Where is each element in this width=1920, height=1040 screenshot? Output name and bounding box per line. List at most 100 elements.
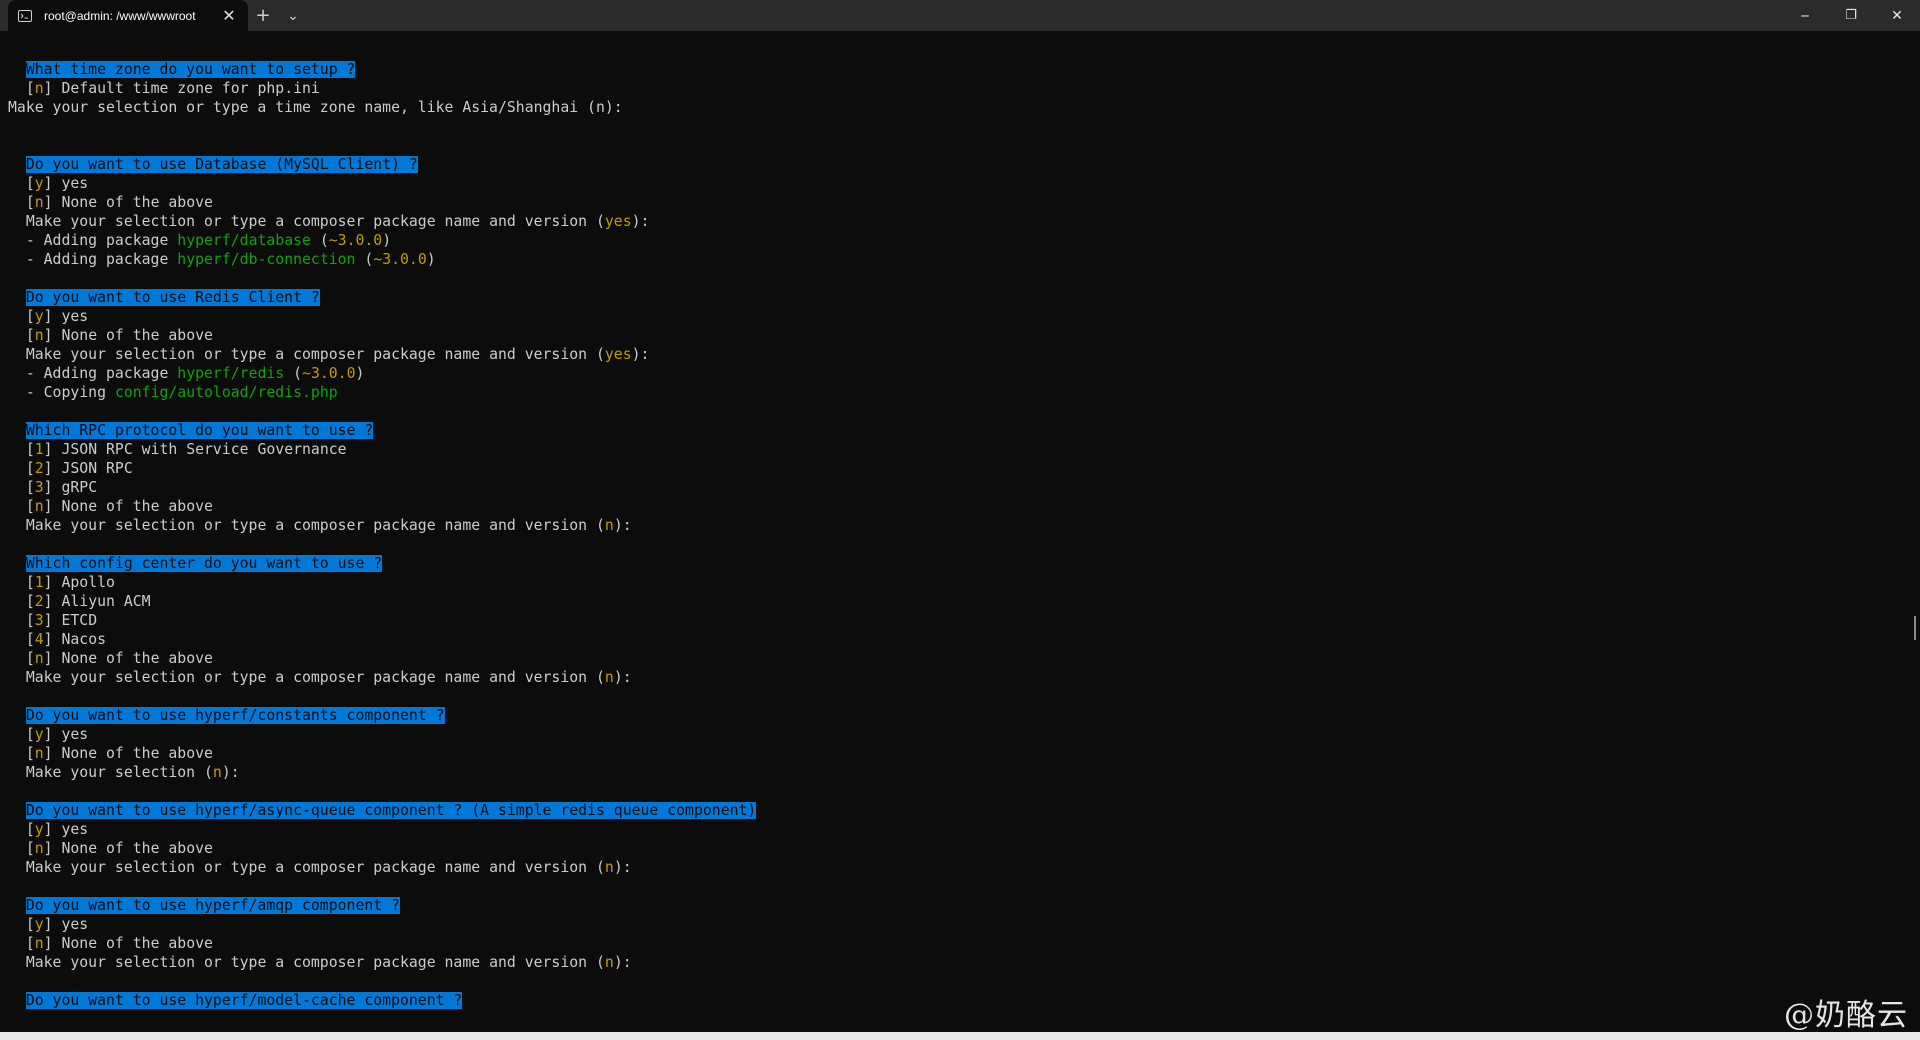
option-line: [y] yes — [8, 175, 89, 192]
question-line: Do you want to use hyperf/amqp component… — [8, 896, 400, 915]
prompt-text: Make your selection or type a composer p… — [25, 669, 588, 686]
option-key: 4 — [34, 631, 44, 648]
option-line: [n] None of the above — [8, 650, 213, 667]
option-text: yes — [61, 916, 89, 933]
option-key: 1 — [34, 441, 44, 458]
option-text: None of the above — [61, 745, 213, 762]
question-line: Do you want to use Redis Client ? — [8, 288, 320, 307]
option-line: [n] Default time zone for php.ini — [8, 80, 320, 97]
option-text: yes — [61, 175, 89, 192]
option-text: None of the above — [61, 650, 213, 667]
scrollbar-thumb[interactable] — [1914, 616, 1916, 640]
option-key: n — [34, 935, 44, 952]
prompt-line: Make your selection or type a composer p… — [25, 213, 650, 230]
prompt-text: Make your selection or type a composer p… — [25, 213, 588, 230]
option-line: [n] None of the above — [8, 327, 213, 344]
option-text: JSON RPC with Service Governance — [61, 441, 347, 458]
title-bar: root@admin: /www/wwwroot ✕ + ⌄ ─ ❐ ✕ — [0, 0, 1920, 31]
question-line: Do you want to use hyperf/async-queue co… — [8, 801, 757, 820]
package-name: hyperf/database — [177, 232, 311, 249]
question-text: Do you want to use hyperf/amqp component… — [25, 897, 400, 914]
line-text: Make your selection or type a time zone … — [8, 99, 623, 116]
question-text: Which config center do you want to use ? — [25, 555, 383, 572]
new-tab-button[interactable]: + — [248, 0, 278, 31]
package-prefix: - Adding package — [25, 232, 169, 249]
watermark: @奶酪云 — [1784, 998, 1908, 1033]
question-line: Which config center do you want to use ? — [8, 554, 383, 573]
option-key: n — [34, 194, 44, 211]
title-bar-drag-area[interactable] — [308, 0, 1782, 31]
option-key: y — [34, 175, 44, 192]
minimize-button[interactable]: ─ — [1782, 0, 1828, 31]
close-window-button[interactable]: ✕ — [1874, 0, 1920, 31]
prompt-line: Make your selection (n): — [25, 764, 240, 781]
option-text: JSON RPC — [61, 460, 133, 477]
prompt-line: Make your selection or type a composer p… — [25, 669, 632, 686]
option-key: 1 — [34, 574, 44, 591]
option-text: yes — [61, 308, 89, 325]
option-line: [n] None of the above — [8, 840, 213, 857]
option-key: y — [34, 308, 44, 325]
package-line: - Adding package hyperf/db-connection (~… — [25, 251, 436, 268]
package-version: ~3.0.0 — [373, 251, 427, 268]
option-line: [4] Nacos — [8, 631, 107, 648]
prompt-line: Make your selection or type a composer p… — [25, 859, 632, 876]
prompt-default: n — [604, 859, 614, 876]
prompt-line: Make your selection or type a composer p… — [25, 346, 650, 363]
option-text: Apollo — [61, 574, 115, 591]
tab-title: root@admin: /www/wwwroot — [44, 8, 196, 23]
prompt-default: n — [212, 764, 222, 781]
close-tab-icon[interactable]: ✕ — [220, 6, 238, 26]
tab-dropdown-icon[interactable]: ⌄ — [278, 0, 308, 31]
option-text: yes — [61, 821, 89, 838]
option-line: [y] yes — [8, 726, 89, 743]
package-version: ~3.0.0 — [302, 365, 356, 382]
option-text: Aliyun ACM — [61, 593, 151, 610]
option-text: Default time zone for php.ini — [61, 80, 320, 97]
question-line: Do you want to use Database (MySQL Clien… — [8, 155, 418, 174]
package-line: - Adding package hyperf/redis (~3.0.0) — [25, 365, 365, 382]
option-text: Nacos — [61, 631, 107, 648]
option-key: n — [34, 498, 44, 515]
question-line: Do you want to use hyperf/model-cache co… — [8, 991, 463, 1010]
package-version: ~3.0.0 — [328, 232, 383, 249]
option-line: [n] None of the above — [8, 194, 213, 211]
option-line: [2] JSON RPC — [8, 460, 133, 477]
package-prefix: - Adding package — [25, 251, 169, 268]
prompt-default: yes — [604, 213, 632, 230]
question-line: What time zone do you want to setup ? — [8, 60, 356, 79]
copy-line: - Copying config/autoload/redis.php — [8, 383, 338, 402]
question-text: Do you want to use Redis Client ? — [25, 289, 320, 306]
question-text: Which RPC protocol do you want to use ? — [25, 422, 374, 439]
option-text: ETCD — [61, 612, 98, 629]
option-line: [1] Apollo — [8, 574, 115, 591]
question-text: Do you want to use hyperf/constants comp… — [25, 707, 445, 724]
question-line: Do you want to use hyperf/constants comp… — [8, 706, 445, 725]
option-line: [y] yes — [8, 916, 89, 933]
prompt-line: Make your selection or type a composer p… — [25, 954, 632, 971]
option-key: 3 — [34, 612, 44, 629]
option-text: None of the above — [61, 935, 213, 952]
prompt-default: yes — [604, 346, 632, 363]
option-key: y — [34, 726, 44, 743]
question-line: Which RPC protocol do you want to use ? — [8, 421, 374, 440]
terminal-output[interactable]: What time zone do you want to setup ? [n… — [0, 31, 1920, 1030]
option-key: n — [34, 840, 44, 857]
package-line: - Adding package hyperf/database (~3.0.0… — [25, 232, 392, 249]
option-text: None of the above — [61, 840, 213, 857]
option-line: [n] None of the above — [8, 498, 213, 515]
option-line: [3] gRPC — [8, 479, 98, 496]
package-prefix: - Adding package — [25, 365, 169, 382]
option-line: [n] None of the above — [8, 935, 213, 952]
terminal-icon — [18, 8, 34, 24]
option-key: n — [34, 327, 44, 344]
prompt-text: Make your selection or type a composer p… — [25, 859, 588, 876]
option-line: [y] yes — [8, 308, 89, 325]
terminal-tab[interactable]: root@admin: /www/wwwroot ✕ — [8, 0, 248, 31]
prompt-default: n — [604, 517, 614, 534]
option-key: 3 — [34, 479, 44, 496]
prompt-line: Make your selection or type a composer p… — [25, 517, 632, 534]
taskbar-edge — [0, 1032, 1920, 1040]
copy-file: config/autoload/redis.php — [114, 384, 338, 401]
restore-button[interactable]: ❐ — [1828, 0, 1874, 31]
